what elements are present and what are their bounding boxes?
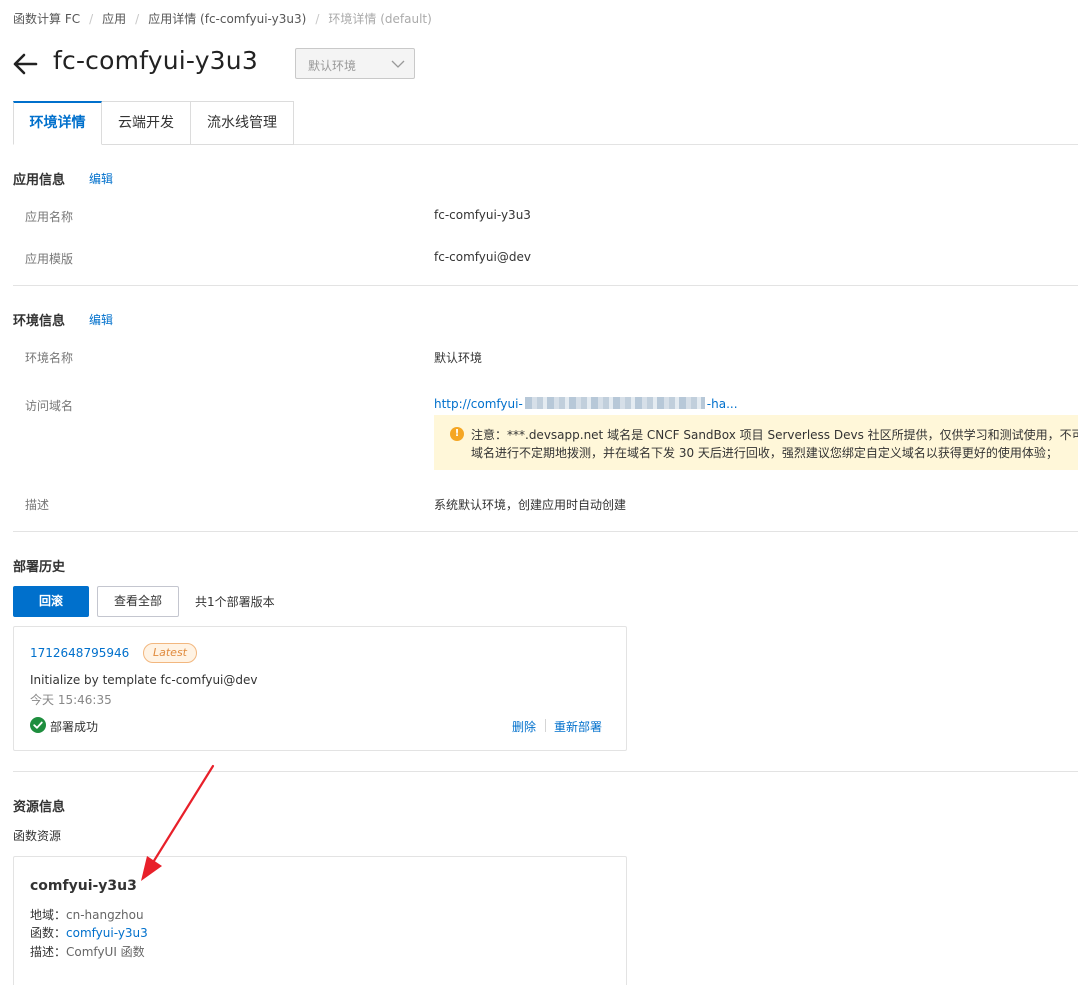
breadcrumb-separator: / [89,12,94,26]
domain-prefix: http://comfyui- [434,397,523,411]
tab-cloud-dev[interactable]: 云端开发 [102,101,191,145]
function-link[interactable]: comfyui-y3u3 [66,926,148,940]
env-desc-value: 系统默认环境，创建应用时自动创建 [434,498,627,512]
environment-select-value: 默认环境 [308,59,357,73]
back-arrow-icon[interactable] [12,52,38,76]
app-info-edit-link[interactable]: 编辑 [89,170,113,187]
chevron-down-icon [391,60,405,68]
region-label: 地域： [30,908,67,922]
breadcrumb: 函数计算 FC / 应用 / 应用详情 (fc-comfyui-y3u3) / 环境详情 (… [13,10,432,27]
domain-label: 访问域名 [25,399,74,413]
breadcrumb-item-apps[interactable]: 应用 [102,10,126,27]
deploy-count-text: 共1个部署版本 [195,595,275,609]
app-template-label: 应用模版 [25,252,74,266]
breadcrumb-separator: / [135,12,140,26]
env-name-value: 默认环境 [434,351,483,365]
latest-badge: Latest [143,643,197,663]
app-name-label: 应用名称 [25,210,74,224]
environment-select[interactable]: 默认环境 [295,48,415,79]
function-resource-name: comfyui-y3u3 [30,878,137,894]
function-row: 函数：comfyui-y3u3 [30,924,148,941]
annotation-arrow-icon [141,764,215,881]
breadcrumb-item-fc[interactable]: 函数计算 FC [13,10,80,27]
domain-notice-text: 注意：***.devsapp.net 域名是 CNCF SandBox 项目 S… [471,426,1078,462]
domain-notice-line: 域名进行不定期地拨测，并在域名下发 30 天后进行回收，强烈建议您绑定自定义域名… [471,446,1058,460]
breadcrumb-item-app-detail[interactable]: 应用详情 (fc-comfyui-y3u3) [148,10,306,27]
env-info-title: 环境信息 [13,314,66,329]
env-name-label: 环境名称 [25,351,74,365]
breadcrumb-separator: / [315,12,320,26]
warning-icon: ! [450,427,464,441]
function-desc-value: ComfyUI 函数 [66,945,145,959]
domain-notice: ! 注意：***.devsapp.net 域名是 CNCF SandBox 项目… [434,415,1078,470]
resource-info-title: 资源信息 [13,800,66,815]
domain-link[interactable]: http://comfyui- -ha... [434,397,738,411]
redeploy-link[interactable]: 重新部署 [554,718,602,735]
delete-link[interactable]: 删除 [512,718,536,735]
tab-env-detail[interactable]: 环境详情 [13,101,102,145]
function-desc-row: 描述：ComfyUI 函数 [30,943,145,960]
function-label: 函数： [30,926,67,940]
domain-notice-line: 注意：***.devsapp.net 域名是 CNCF SandBox 项目 S… [471,428,1078,442]
page-title: fc-comfyui-y3u3 [53,46,258,75]
rollback-button[interactable]: 回滚 [13,586,89,617]
app-name-value: fc-comfyui-y3u3 [434,208,531,222]
function-desc-label: 描述： [30,945,67,959]
action-separator [545,719,546,732]
breadcrumb-item-current: 环境详情 (default) [328,12,432,26]
view-all-button[interactable]: 查看全部 [97,586,179,617]
region-row: 地域：cn-hangzhou [30,906,144,923]
tab-pipeline[interactable]: 流水线管理 [191,101,294,145]
success-check-icon [30,717,46,733]
app-info-title: 应用信息 [13,173,66,188]
deploy-record-card: 1712648795946 Latest Initialize by templ… [13,626,627,751]
region-value: cn-hangzhou [66,908,144,922]
section-divider [13,285,1078,286]
deploy-version-link[interactable]: 1712648795946 [30,646,129,660]
env-desc-label: 描述 [25,498,50,512]
deploy-status: 部署成功 [50,720,99,734]
function-resource-card: comfyui-y3u3 地域：cn-hangzhou 函数：comfyui-y… [13,856,627,985]
env-info-edit-link[interactable]: 编辑 [89,311,113,328]
deploy-message: Initialize by template fc-comfyui@dev [30,673,258,687]
section-divider [13,531,1078,532]
app-template-value: fc-comfyui@dev [434,250,531,264]
domain-suffix: -ha... [706,397,738,411]
deploy-history-title: 部署历史 [13,560,66,575]
function-resource-subtitle: 函数资源 [13,829,62,843]
domain-redacted-blur [524,397,705,409]
deploy-time: 今天 15:46:35 [30,693,112,707]
tab-bar-divider [294,144,1078,145]
